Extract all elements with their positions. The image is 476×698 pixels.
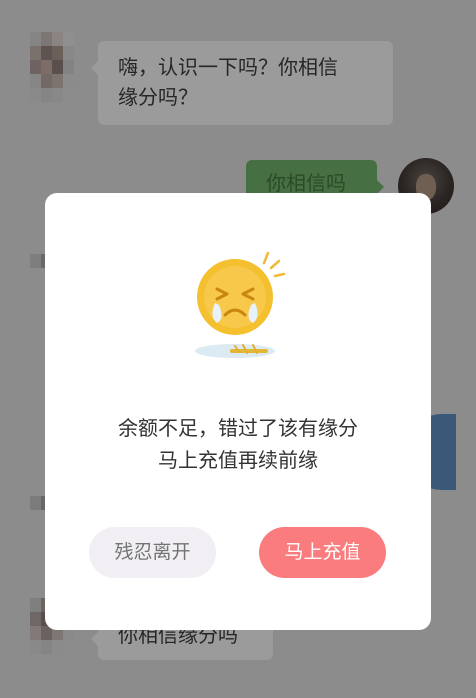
chat-bubble-incoming[interactable]: 嗨，认识一下吗？你相信 缘分吗？ [91,41,393,125]
crying-sun-emoji-icon [195,249,315,369]
recharge-button[interactable]: 马上充值 [259,527,386,578]
contact-avatar[interactable] [30,32,74,102]
dialog-message-line: 马上充值再续前缘 [158,448,318,472]
leave-button[interactable]: 残忍离开 [89,527,216,578]
chat-message-line: 嗨，认识一下吗？你相信 [118,55,338,79]
chat-message-line: 缘分吗？ [118,85,198,109]
dialog-message: 余额不足，错过了该有缘分 马上充值再续前缘 [45,412,431,476]
insufficient-balance-dialog: 余额不足，错过了该有缘分 马上充值再续前缘 残忍离开 马上充值 [45,193,431,630]
chat-message-text: 你相信吗 [266,171,346,195]
dialog-message-line: 余额不足，错过了该有缘分 [118,416,358,440]
chat-screen: 嗨，认识一下吗？你相信 缘分吗？ 你相信吗 你相信缘分吗 余额不足，错过了该有缘… [0,0,476,698]
